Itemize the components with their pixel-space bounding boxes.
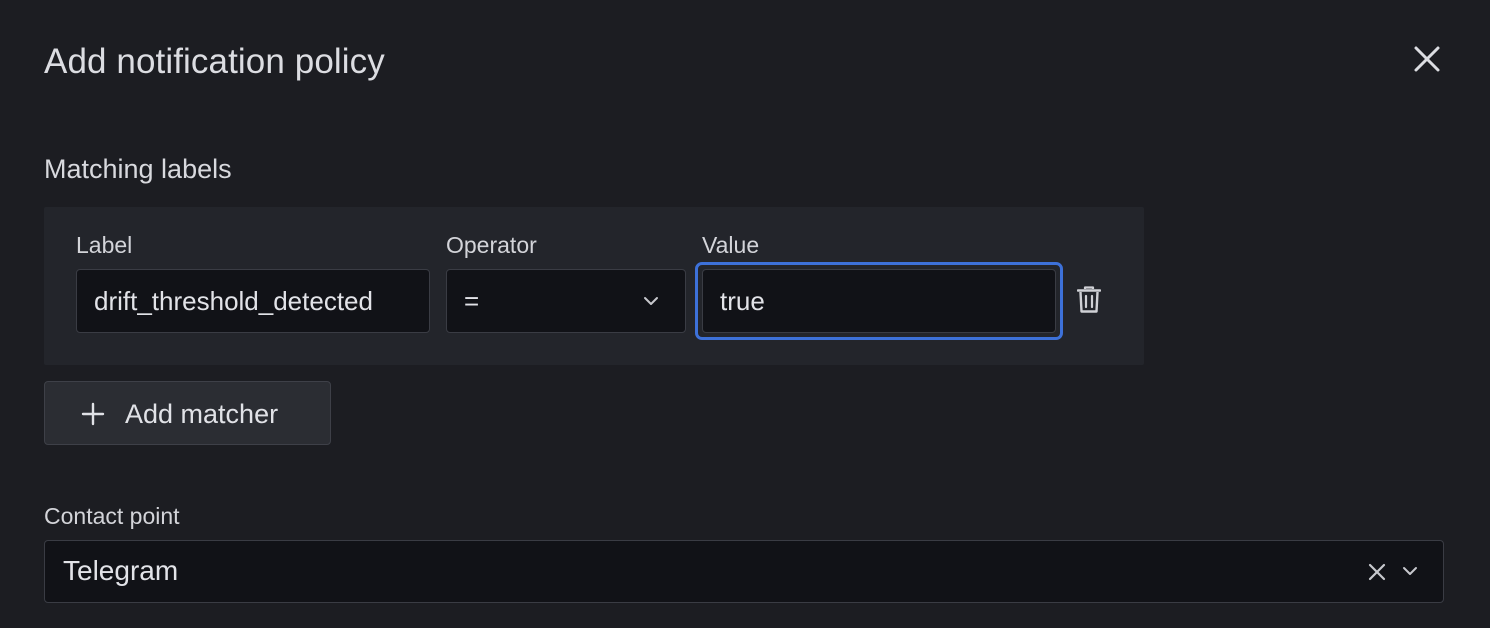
notification-policy-dialog: Add notification policy Matching labels … (0, 0, 1490, 628)
operator-select-value: = (464, 285, 480, 316)
plus-icon (81, 402, 105, 426)
operator-select[interactable]: = (446, 269, 686, 333)
value-input[interactable]: true (702, 269, 1056, 333)
chevron-down-icon[interactable] (1401, 562, 1419, 580)
close-icon (1414, 46, 1440, 72)
delete-matcher-button[interactable] (1074, 283, 1104, 317)
chevron-down-icon (644, 297, 658, 305)
close-button[interactable] (1404, 36, 1450, 82)
value-column-header: Value (702, 232, 760, 258)
add-matcher-label: Add matcher (125, 399, 279, 429)
contact-point-label: Contact point (44, 503, 180, 529)
label-column-header: Label (76, 232, 133, 258)
label-input[interactable]: drift_threshold_detected (76, 269, 430, 333)
trash-icon (1077, 286, 1101, 313)
clear-icon[interactable] (1367, 562, 1387, 582)
matching-labels-heading: Matching labels (44, 154, 232, 184)
dialog-title: Add notification policy (44, 42, 385, 81)
add-matcher-button[interactable]: Add matcher (44, 381, 331, 445)
value-input-value: true (720, 285, 765, 316)
contact-point-select[interactable]: Telegram (44, 540, 1444, 603)
matcher-row: Label Operator Value drift_threshold_det… (44, 207, 1144, 365)
operator-column-header: Operator (446, 232, 537, 258)
label-input-value: drift_threshold_detected (94, 285, 373, 316)
contact-point-value: Telegram (63, 555, 179, 586)
